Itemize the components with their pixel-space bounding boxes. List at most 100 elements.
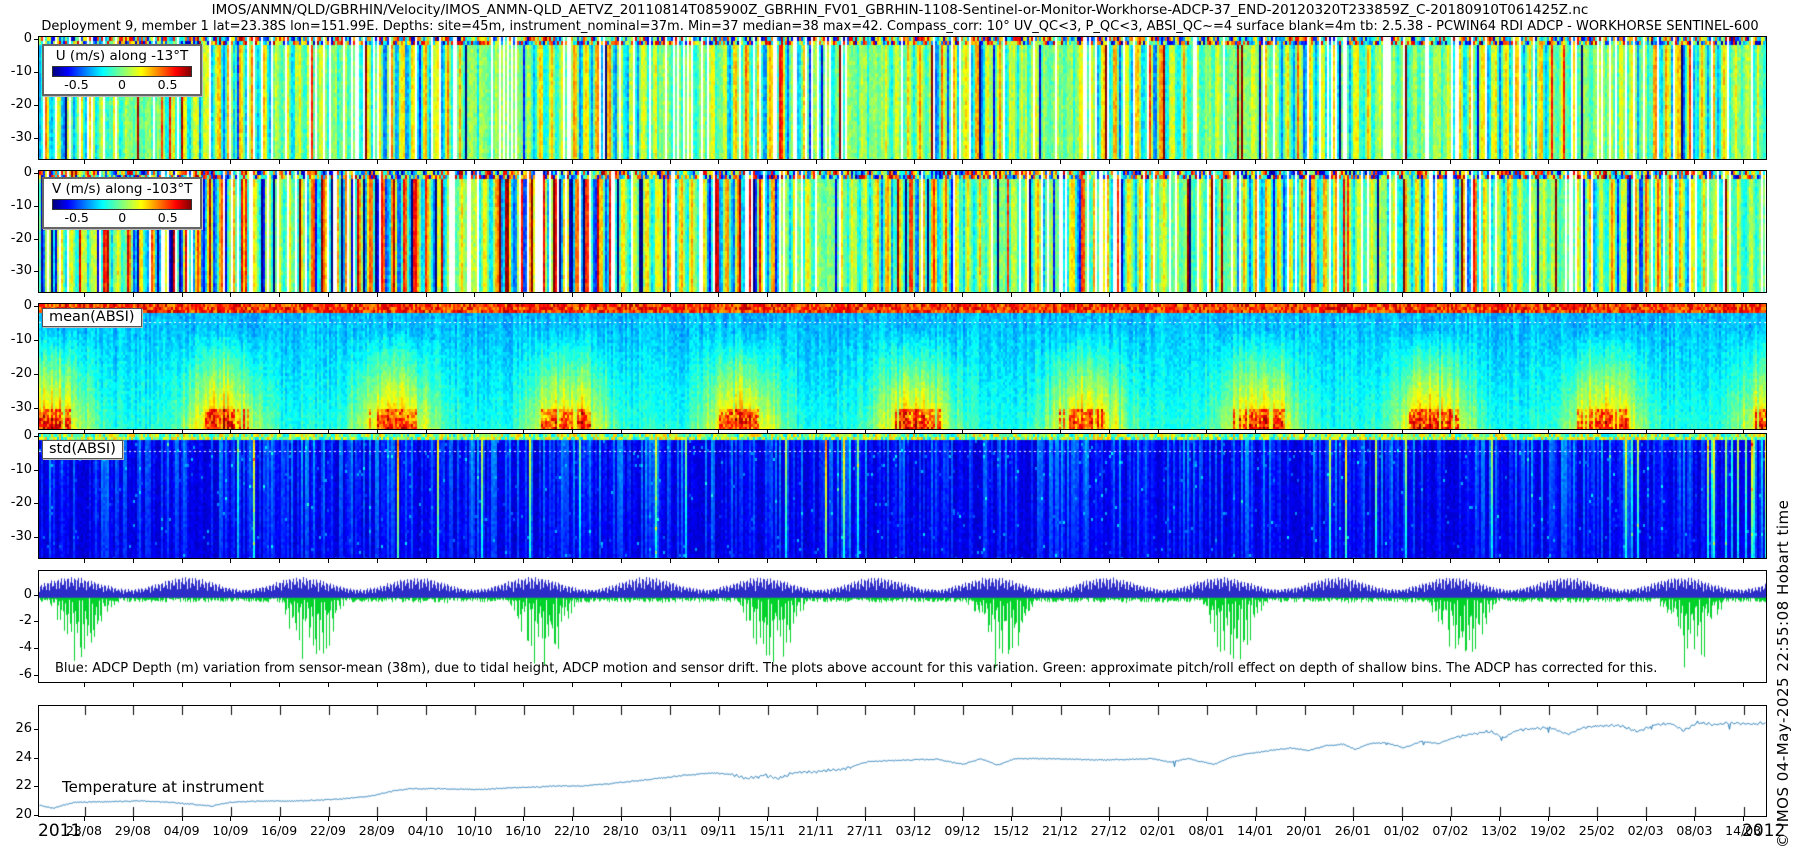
xtick-date-label: 27/12	[1091, 823, 1127, 838]
xtick-mark	[1206, 430, 1207, 434]
mean-absi-ytick-label: -20	[2, 367, 32, 381]
temperature-plot	[39, 706, 1766, 816]
xtick-mark	[1304, 293, 1305, 297]
xtick-mark	[377, 817, 378, 821]
xtick-mark	[426, 160, 427, 164]
xtick-mark	[1255, 430, 1256, 434]
u-cbar-tick-zero: 0	[118, 77, 126, 92]
xtick-mark	[377, 430, 378, 434]
xtick-mark	[230, 430, 231, 434]
xtick-date-label: 22/09	[310, 823, 346, 838]
xtick-mark	[1109, 817, 1110, 821]
xtick-date-label: 21/12	[1042, 823, 1078, 838]
temperature-ytick-mark	[34, 758, 38, 759]
xtick-mark	[1109, 293, 1110, 297]
xtick-mark	[1402, 293, 1403, 297]
std-absi-ytick-mark	[34, 537, 38, 538]
xtick-mark	[718, 683, 719, 687]
xtick-mark	[1646, 817, 1647, 821]
xtick-mark	[523, 293, 524, 297]
xtick-mark	[572, 683, 573, 687]
xtick-date-label: 03/11	[652, 823, 688, 838]
xtick-mark	[1450, 430, 1451, 434]
xtick-mark	[1158, 817, 1159, 821]
u-velocity-ytick-label: -30	[2, 131, 32, 145]
xtick-mark	[816, 293, 817, 297]
xtick-date-label: 04/10	[408, 823, 444, 838]
xtick-mark	[1597, 817, 1598, 821]
xtick-mark	[133, 817, 134, 821]
xtick-mark	[914, 559, 915, 563]
xtick-mark	[718, 430, 719, 434]
xtick-mark	[1109, 559, 1110, 563]
std-absi-ytick-mark	[34, 470, 38, 471]
xtick-mark	[865, 559, 866, 563]
xtick-mark	[328, 817, 329, 821]
xtick-mark	[377, 293, 378, 297]
xtick-mark	[230, 817, 231, 821]
depth-variation-ytick-mark	[34, 595, 38, 596]
xtick-mark	[1060, 430, 1061, 434]
depth-variation-ytick-label: -2	[2, 614, 32, 628]
xtick-mark	[1499, 683, 1500, 687]
xtick-mark	[426, 817, 427, 821]
std-absi-ytick-label: -10	[2, 463, 32, 477]
xtick-mark	[962, 160, 963, 164]
xtick-mark	[84, 430, 85, 434]
xtick-mark	[426, 559, 427, 563]
mean-absi-label: mean(ABSI)	[42, 308, 142, 327]
std-absi-ytick-label: -30	[2, 530, 32, 544]
std-absi-ytick-mark	[34, 503, 38, 504]
xtick-mark	[328, 430, 329, 434]
xtick-mark	[1255, 817, 1256, 821]
xtick-mark	[1548, 683, 1549, 687]
xtick-mark	[1060, 559, 1061, 563]
mean-absi-panel	[38, 303, 1767, 430]
xtick-mark	[279, 430, 280, 434]
xtick-date-label: 08/03	[1676, 823, 1712, 838]
xtick-mark	[621, 559, 622, 563]
copyright-watermark: © IMOS 04-May-2025 22:55:08 Hobart time	[1774, 500, 1792, 848]
xtick-mark	[1743, 293, 1744, 297]
mean-absi-ytick-label: 0	[2, 299, 32, 313]
xtick-mark	[1060, 683, 1061, 687]
xtick-mark	[1597, 160, 1598, 164]
xtick-mark	[1694, 683, 1695, 687]
xtick-mark	[914, 817, 915, 821]
temperature-label: Temperature at instrument	[62, 778, 264, 796]
xtick-mark	[1255, 683, 1256, 687]
xtick-mark	[1694, 817, 1695, 821]
xtick-mark	[572, 559, 573, 563]
std-absi-plot	[39, 434, 1766, 558]
xtick-mark	[1109, 683, 1110, 687]
xtick-mark	[182, 559, 183, 563]
xtick-mark	[1158, 293, 1159, 297]
xtick-mark	[1499, 817, 1500, 821]
xtick-mark	[1109, 430, 1110, 434]
xtick-mark	[182, 817, 183, 821]
xtick-mark	[1402, 559, 1403, 563]
figure-subtitle: Deployment 9, member 1 lat=23.38S lon=15…	[0, 19, 1800, 34]
xtick-mark	[1548, 430, 1549, 434]
xtick-mark	[621, 817, 622, 821]
std-absi-ytick-label: 0	[2, 429, 32, 443]
xtick-mark	[1158, 160, 1159, 164]
xtick-mark	[1450, 293, 1451, 297]
xtick-date-label: 21/11	[798, 823, 834, 838]
xtick-mark	[182, 160, 183, 164]
xtick-mark	[1158, 683, 1159, 687]
xtick-mark	[1743, 430, 1744, 434]
xtick-mark	[230, 160, 231, 164]
xtick-mark	[1011, 160, 1012, 164]
year-start-label: 2011	[38, 821, 81, 841]
xtick-mark	[914, 430, 915, 434]
xtick-mark	[1499, 430, 1500, 434]
xtick-mark	[1597, 683, 1598, 687]
v-velocity-ytick-mark	[34, 173, 38, 174]
mean-absi-plot	[39, 304, 1766, 429]
xtick-mark	[426, 430, 427, 434]
xtick-mark	[816, 817, 817, 821]
xtick-date-label: 10/10	[456, 823, 492, 838]
xtick-mark	[1402, 160, 1403, 164]
xtick-mark	[474, 817, 475, 821]
